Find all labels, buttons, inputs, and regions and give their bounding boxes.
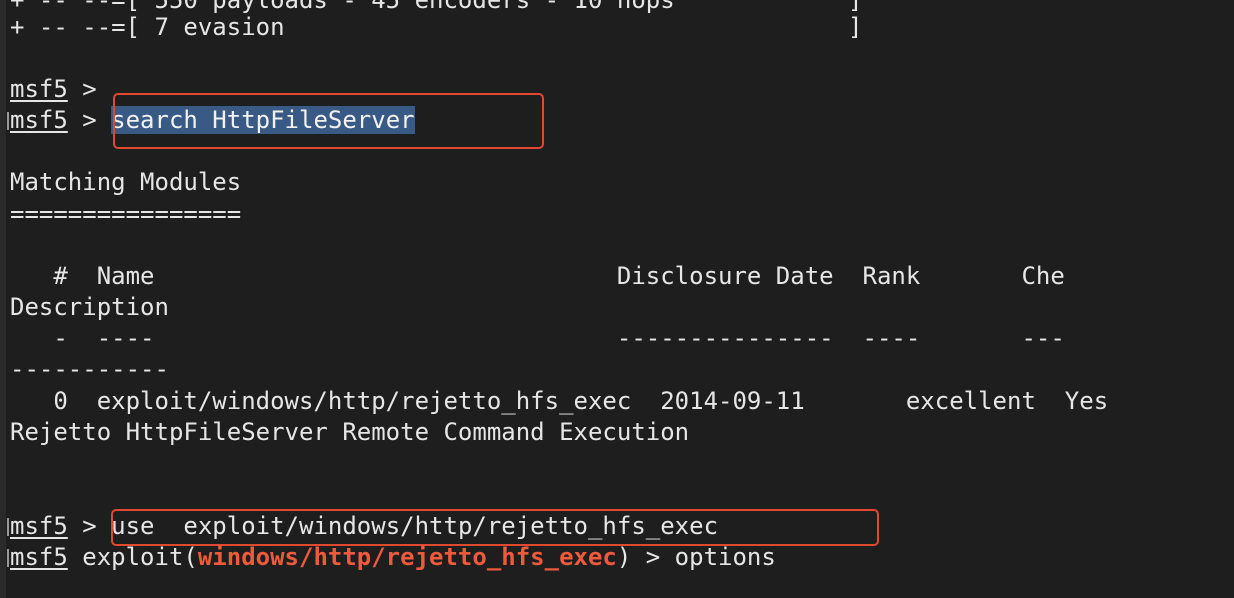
- table-header-row: # Name Disclosure Date Rank Che: [10, 262, 1065, 290]
- prompt-user: msf5: [10, 543, 68, 571]
- active-module-path: windows/http/rejetto_hfs_exec: [197, 543, 617, 571]
- use-command-highlight-box: [111, 509, 879, 546]
- prompt-user: msf5: [10, 512, 68, 540]
- prompt-symbol: >: [67, 512, 112, 540]
- table-separator-row: - ---- --------------- ---- ---: [10, 324, 1065, 352]
- table-row: 0 exploit/windows/http/rejetto_hfs_exec …: [10, 387, 1109, 415]
- results-heading: Matching Modules: [10, 168, 242, 196]
- table-row-description: Rejetto HttpFileServer Remote Command Ex…: [10, 418, 690, 446]
- line-marker: [7, 549, 9, 567]
- terminal-left-gutter: [0, 0, 6, 598]
- prompt-module-suffix: ) >: [616, 543, 675, 571]
- prompt-module-prefix: exploit(: [67, 543, 198, 571]
- line-marker: [7, 112, 9, 130]
- prompt-symbol: >: [67, 106, 112, 134]
- prompt-symbol: >: [67, 75, 112, 103]
- options-command[interactable]: options: [675, 543, 776, 571]
- banner-line-evasion: + -- --=[ 7 evasion ]: [10, 13, 863, 41]
- prompt-user: msf5: [10, 75, 68, 103]
- table-separator-description: -----------: [10, 355, 169, 383]
- table-header-description: Description: [10, 293, 169, 321]
- results-heading-underline: ================: [10, 200, 242, 228]
- terminal-window[interactable]: + -- --=[ 550 payloads - 45 encoders - 1…: [0, 0, 1234, 598]
- prompt-line-empty: msf5 >: [10, 74, 111, 105]
- line-marker: [7, 518, 9, 536]
- prompt-user: msf5: [10, 106, 68, 134]
- prompt-line-options: msf5 exploit(windows/http/rejetto_hfs_ex…: [10, 542, 776, 573]
- search-command-highlight-box: [113, 93, 544, 149]
